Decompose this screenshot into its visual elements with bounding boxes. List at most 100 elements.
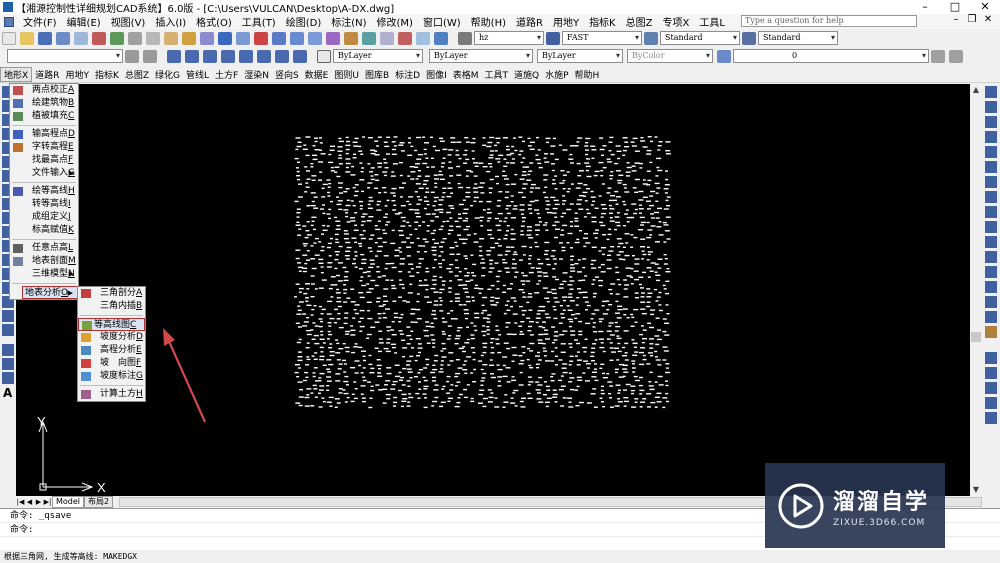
menu-index[interactable]: 指标K bbox=[584, 14, 621, 29]
menu-file[interactable]: 文件(F) bbox=[18, 14, 62, 29]
tab-first-button[interactable]: |◀ bbox=[16, 498, 25, 506]
menu-help[interactable]: 帮助(H) bbox=[466, 14, 511, 29]
boundary-icon[interactable] bbox=[2, 358, 14, 370]
tangent-tool-icon[interactable] bbox=[221, 49, 235, 63]
tab-prev-button[interactable]: ◀ bbox=[25, 498, 34, 506]
below-object-icon[interactable] bbox=[985, 412, 997, 424]
menu-item-text-to-elevation[interactable]: 字转高程E bbox=[10, 141, 78, 154]
3d-dwf-icon[interactable] bbox=[110, 31, 124, 45]
send-back-icon[interactable] bbox=[985, 382, 997, 394]
bring-front-icon[interactable] bbox=[985, 367, 997, 379]
doc-close-button[interactable]: ✕ bbox=[980, 14, 996, 25]
cmenu-pipeline[interactable]: 管线L bbox=[183, 68, 212, 81]
undo-icon[interactable] bbox=[218, 31, 232, 45]
menu-item-elevation-assign[interactable]: 标高赋值K bbox=[10, 224, 78, 237]
workspace-select[interactable] bbox=[7, 49, 123, 63]
menu-tools[interactable]: 工具(T) bbox=[237, 14, 281, 29]
open-file-icon[interactable] bbox=[20, 31, 34, 45]
linetype-select[interactable]: ByLayer bbox=[429, 49, 533, 63]
menu-item-group-define[interactable]: 成组定义J bbox=[10, 211, 78, 224]
menu-landuse[interactable]: 用地Y bbox=[548, 14, 584, 29]
redo-icon[interactable] bbox=[236, 31, 250, 45]
cmenu-road[interactable]: 道路R bbox=[32, 68, 62, 81]
drawing-canvas[interactable]: Y X bbox=[16, 84, 970, 496]
print-icon[interactable] bbox=[56, 31, 70, 45]
cmenu-index[interactable]: 指标K bbox=[92, 68, 122, 81]
zoom-previous-icon[interactable] bbox=[308, 31, 322, 45]
tab-model[interactable]: Model bbox=[52, 496, 85, 508]
help-search-input[interactable]: Type a question for help bbox=[741, 15, 917, 27]
text-tool-icon[interactable]: A bbox=[3, 386, 16, 400]
insert-snap-icon[interactable] bbox=[275, 49, 289, 63]
copy-object-icon[interactable] bbox=[985, 101, 997, 113]
menu-item-input-elevation[interactable]: 输高程点D bbox=[10, 128, 78, 141]
sheet-set-icon[interactable] bbox=[380, 31, 394, 45]
menu-item-draw-contour[interactable]: 绘等高线H bbox=[10, 185, 78, 198]
doc-minimize-button[interactable]: – bbox=[948, 14, 964, 25]
table-grid-icon[interactable] bbox=[2, 372, 14, 384]
minimize-button[interactable]: – bbox=[910, 0, 940, 14]
menu-draw[interactable]: 绘图(D) bbox=[281, 14, 327, 29]
cut-icon[interactable] bbox=[128, 31, 142, 45]
block-editor-icon[interactable] bbox=[200, 31, 214, 45]
copy-icon[interactable] bbox=[146, 31, 160, 45]
cmenu-terrain[interactable]: 地形X bbox=[0, 66, 33, 82]
plot-style-select[interactable]: ByColor bbox=[627, 49, 713, 63]
rotate-icon[interactable] bbox=[985, 176, 997, 188]
workspace-save-icon[interactable] bbox=[143, 49, 157, 63]
break-icon[interactable] bbox=[985, 266, 997, 278]
menu-item-elevation-analysis[interactable]: 高程分析E bbox=[78, 344, 145, 357]
menu-item-surface-profile[interactable]: 地表剖面M bbox=[10, 255, 78, 268]
scale-icon[interactable] bbox=[985, 191, 997, 203]
menu-tools-l[interactable]: 工具L bbox=[694, 14, 730, 29]
close-button[interactable]: ✕ bbox=[970, 0, 1000, 14]
move-icon[interactable] bbox=[985, 161, 997, 173]
erase-icon[interactable] bbox=[985, 86, 997, 98]
chamfer-icon[interactable] bbox=[985, 296, 997, 308]
line-tool-icon[interactable] bbox=[167, 49, 181, 63]
vertical-scrollbar[interactable]: ▲ ▼ bbox=[970, 84, 982, 496]
cmenu-road-construction[interactable]: 道施Q bbox=[511, 68, 542, 81]
menu-item-vegetation-fill[interactable]: 植被填充C bbox=[10, 110, 78, 123]
menu-item-triangulate[interactable]: 三角剖分A bbox=[78, 287, 145, 300]
tool-palettes-icon[interactable] bbox=[362, 31, 376, 45]
document-icon[interactable] bbox=[4, 16, 14, 27]
cmenu-annotation[interactable]: 标注D bbox=[392, 68, 423, 81]
menu-item-compute-earthwork[interactable]: 计算土方H bbox=[78, 388, 145, 401]
tab-layout2[interactable]: 布局2 bbox=[84, 496, 114, 508]
nearest-snap-icon[interactable] bbox=[293, 49, 307, 63]
table-icon[interactable] bbox=[2, 324, 14, 336]
cmenu-tools[interactable]: 工具T bbox=[481, 68, 511, 81]
cmenu-plan-sheet[interactable]: 图则U bbox=[331, 68, 362, 81]
layer-manager-icon[interactable] bbox=[717, 49, 731, 63]
menu-window[interactable]: 窗口(W) bbox=[418, 14, 466, 29]
properties-icon[interactable] bbox=[326, 31, 340, 45]
lineweight-select[interactable]: ByLayer bbox=[537, 49, 623, 63]
match-properties-icon[interactable] bbox=[182, 31, 196, 45]
menu-item-triangle-interpolate[interactable]: 三角内插B bbox=[78, 300, 145, 313]
scroll-down-icon[interactable]: ▼ bbox=[970, 484, 982, 496]
circle-snap-icon[interactable] bbox=[239, 49, 253, 63]
calculator-icon[interactable] bbox=[416, 31, 430, 45]
text-style-select[interactable]: hz bbox=[474, 31, 544, 45]
cmenu-help[interactable]: 帮助H bbox=[572, 68, 603, 81]
stretch-icon[interactable] bbox=[985, 206, 997, 218]
fillet-icon[interactable] bbox=[985, 311, 997, 323]
menu-item-slope-analysis[interactable]: 坡度分析D bbox=[78, 331, 145, 344]
cmenu-table[interactable]: 表格M bbox=[450, 68, 482, 81]
cmenu-landuse[interactable]: 用地Y bbox=[62, 68, 92, 81]
menu-insert[interactable]: 插入(I) bbox=[150, 14, 191, 29]
tab-next-button[interactable]: ▶ bbox=[34, 498, 43, 506]
scroll-up-icon[interactable]: ▲ bbox=[970, 84, 982, 96]
menu-modify[interactable]: 修改(M) bbox=[372, 14, 418, 29]
draw-order-icon[interactable] bbox=[985, 352, 997, 364]
menu-format[interactable]: 格式(O) bbox=[191, 14, 237, 29]
preview-icon[interactable] bbox=[74, 31, 88, 45]
menu-site-plan[interactable]: 总图Z bbox=[621, 14, 658, 29]
cmenu-library[interactable]: 图库B bbox=[362, 68, 392, 81]
menu-item-surface-analysis[interactable]: 地表分析O ▶ bbox=[22, 286, 78, 299]
table-style-select[interactable]: Standard bbox=[660, 31, 740, 45]
cmenu-image[interactable]: 图像I bbox=[423, 68, 450, 81]
cmenu-site-plan[interactable]: 总图Z bbox=[122, 68, 152, 81]
menu-dimension[interactable]: 标注(N) bbox=[326, 14, 371, 29]
